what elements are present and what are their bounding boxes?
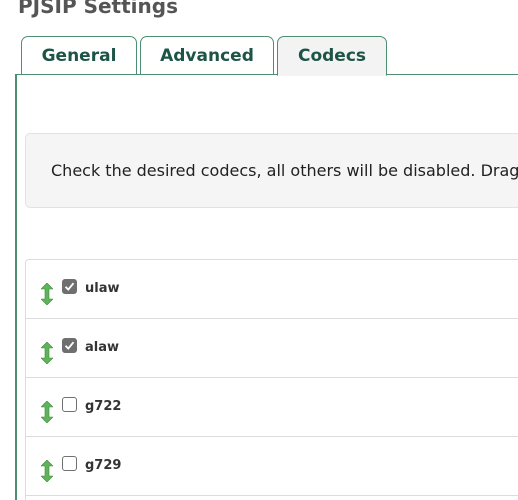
- tab-panel-border: [15, 74, 17, 500]
- tab-baseline: [15, 74, 518, 75]
- codec-name: ulaw: [85, 281, 120, 296]
- info-text: Check the desired codecs, all others wil…: [51, 161, 518, 180]
- codec-row-ulaw[interactable]: ulaw: [26, 260, 518, 319]
- codec-checkbox-ulaw[interactable]: [62, 279, 77, 294]
- codec-list: ulaw alaw g722 g729: [25, 259, 518, 500]
- codec-checkbox-g722[interactable]: [62, 397, 77, 412]
- drag-handle-icon[interactable]: [40, 282, 54, 306]
- tab-general[interactable]: General: [21, 36, 137, 74]
- tab-codecs[interactable]: Codecs: [277, 36, 387, 76]
- pjsip-settings-page: PJSIP Settings General Advanced Codecs C…: [0, 0, 518, 500]
- drag-handle-icon[interactable]: [40, 400, 54, 424]
- drag-handle-icon[interactable]: [40, 459, 54, 483]
- checkmark-icon: [64, 341, 75, 350]
- codec-row-alaw[interactable]: alaw: [26, 319, 518, 378]
- codec-name: g729: [85, 458, 122, 473]
- codec-row-g722[interactable]: g722: [26, 378, 518, 437]
- tab-advanced[interactable]: Advanced: [140, 36, 274, 74]
- codec-name: alaw: [85, 340, 120, 355]
- codec-checkbox-g729[interactable]: [62, 456, 77, 471]
- page-title: PJSIP Settings: [18, 0, 178, 18]
- drag-handle-icon[interactable]: [40, 341, 54, 365]
- codec-checkbox-alaw[interactable]: [62, 338, 77, 353]
- info-box: Check the desired codecs, all others wil…: [25, 133, 518, 208]
- checkmark-icon: [64, 282, 75, 291]
- codec-row-g729[interactable]: g729: [26, 437, 518, 496]
- codec-name: g722: [85, 399, 122, 414]
